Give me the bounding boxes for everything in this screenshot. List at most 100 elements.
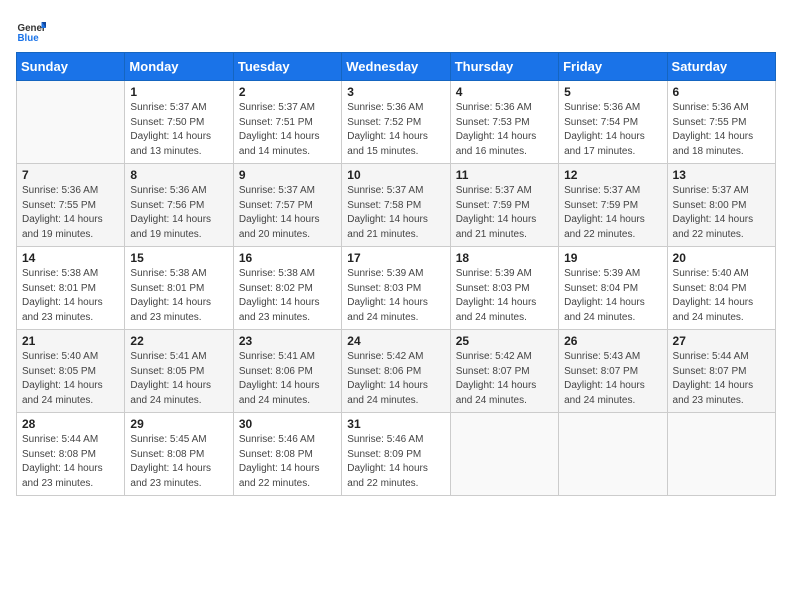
calendar-table: SundayMondayTuesdayWednesdayThursdayFrid… xyxy=(16,52,776,496)
calendar-cell xyxy=(559,413,667,496)
calendar-week-4: 21 Sunrise: 5:40 AMSunset: 8:05 PMDayligh… xyxy=(17,330,776,413)
day-info: Sunrise: 5:39 AMSunset: 8:03 PMDaylight:… xyxy=(347,267,444,325)
day-number: 21 xyxy=(22,334,119,348)
day-info: Sunrise: 5:37 AMSunset: 7:59 PMDaylight:… xyxy=(564,184,661,242)
day-info: Sunrise: 5:43 AMSunset: 8:07 PMDaylight:… xyxy=(564,350,661,408)
day-info: Sunrise: 5:44 AMSunset: 8:08 PMDaylight:… xyxy=(22,433,119,491)
day-number: 7 xyxy=(22,168,119,182)
day-number: 18 xyxy=(456,251,553,265)
dow-thursday: Thursday xyxy=(450,53,558,81)
dow-friday: Friday xyxy=(559,53,667,81)
day-info: Sunrise: 5:36 AMSunset: 7:54 PMDaylight:… xyxy=(564,101,661,159)
dow-wednesday: Wednesday xyxy=(342,53,450,81)
calendar-cell: 11 Sunrise: 5:37 AMSunset: 7:59 PMDayligh… xyxy=(450,164,558,247)
calendar-cell: 5 Sunrise: 5:36 AMSunset: 7:54 PMDaylight… xyxy=(559,81,667,164)
day-info: Sunrise: 5:42 AMSunset: 8:07 PMDaylight:… xyxy=(456,350,553,408)
calendar-cell: 2 Sunrise: 5:37 AMSunset: 7:51 PMDaylight… xyxy=(233,81,341,164)
day-info: Sunrise: 5:42 AMSunset: 8:06 PMDaylight:… xyxy=(347,350,444,408)
day-number: 4 xyxy=(456,85,553,99)
day-info: Sunrise: 5:36 AMSunset: 7:52 PMDaylight:… xyxy=(347,101,444,159)
day-number: 9 xyxy=(239,168,336,182)
calendar-cell: 1Sunrise: 5:37 AMSunset: 7:50 PMDaylight… xyxy=(125,81,233,164)
day-info: Sunrise: 5:44 AMSunset: 8:07 PMDaylight:… xyxy=(673,350,770,408)
calendar-cell: 19Sunrise: 5:39 AMSunset: 8:04 PMDayligh… xyxy=(559,247,667,330)
day-number: 5 xyxy=(564,85,661,99)
day-number: 11 xyxy=(456,168,553,182)
day-number: 17 xyxy=(347,251,444,265)
day-info: Sunrise: 5:38 AMSunset: 8:01 PMDaylight:… xyxy=(22,267,119,325)
calendar-cell: 18 Sunrise: 5:39 AMSunset: 8:03 PMDayligh… xyxy=(450,247,558,330)
day-info: Sunrise: 5:39 AMSunset: 8:04 PMDaylight:… xyxy=(564,267,661,325)
day-number: 30 xyxy=(239,417,336,431)
day-number: 13 xyxy=(673,168,770,182)
day-info: Sunrise: 5:36 AMSunset: 7:55 PMDaylight:… xyxy=(673,101,770,159)
calendar-cell: 24 Sunrise: 5:42 AMSunset: 8:06 PMDayligh… xyxy=(342,330,450,413)
day-info: Sunrise: 5:37 AMSunset: 7:58 PMDaylight:… xyxy=(347,184,444,242)
day-info: Sunrise: 5:37 AMSunset: 7:50 PMDaylight:… xyxy=(130,101,227,159)
day-number: 24 xyxy=(347,334,444,348)
day-number: 2 xyxy=(239,85,336,99)
day-info: Sunrise: 5:40 AMSunset: 8:04 PMDaylight:… xyxy=(673,267,770,325)
dow-tuesday: Tuesday xyxy=(233,53,341,81)
calendar-cell: 15 Sunrise: 5:38 AMSunset: 8:01 PMDayligh… xyxy=(125,247,233,330)
calendar-cell: 9 Sunrise: 5:37 AMSunset: 7:57 PMDaylight… xyxy=(233,164,341,247)
day-info: Sunrise: 5:38 AMSunset: 8:01 PMDaylight:… xyxy=(130,267,227,325)
day-info: Sunrise: 5:39 AMSunset: 8:03 PMDaylight:… xyxy=(456,267,553,325)
day-number: 28 xyxy=(22,417,119,431)
calendar-cell xyxy=(17,81,125,164)
day-info: Sunrise: 5:37 AMSunset: 7:51 PMDaylight:… xyxy=(239,101,336,159)
day-number: 27 xyxy=(673,334,770,348)
calendar-cell xyxy=(667,413,775,496)
calendar-week-2: 7 Sunrise: 5:36 AMSunset: 7:55 PMDaylight… xyxy=(17,164,776,247)
calendar-cell: 14 Sunrise: 5:38 AMSunset: 8:01 PMDayligh… xyxy=(17,247,125,330)
calendar-week-3: 14 Sunrise: 5:38 AMSunset: 8:01 PMDayligh… xyxy=(17,247,776,330)
day-number: 8 xyxy=(130,168,227,182)
calendar-cell: 16 Sunrise: 5:38 AMSunset: 8:02 PMDayligh… xyxy=(233,247,341,330)
day-number: 14 xyxy=(22,251,119,265)
day-info: Sunrise: 5:40 AMSunset: 8:05 PMDaylight:… xyxy=(22,350,119,408)
calendar-cell: 28 Sunrise: 5:44 AMSunset: 8:08 PMDayligh… xyxy=(17,413,125,496)
day-info: Sunrise: 5:36 AMSunset: 7:55 PMDaylight:… xyxy=(22,184,119,242)
logo: General Blue xyxy=(16,16,46,46)
calendar-cell: 23Sunrise: 5:41 AMSunset: 8:06 PMDayligh… xyxy=(233,330,341,413)
dow-sunday: Sunday xyxy=(17,53,125,81)
calendar-cell: 12Sunrise: 5:37 AMSunset: 7:59 PMDayligh… xyxy=(559,164,667,247)
day-info: Sunrise: 5:38 AMSunset: 8:02 PMDaylight:… xyxy=(239,267,336,325)
calendar-cell: 6Sunrise: 5:36 AMSunset: 7:55 PMDaylight… xyxy=(667,81,775,164)
day-info: Sunrise: 5:36 AMSunset: 7:56 PMDaylight:… xyxy=(130,184,227,242)
day-info: Sunrise: 5:45 AMSunset: 8:08 PMDaylight:… xyxy=(130,433,227,491)
page-header: General Blue xyxy=(16,16,776,46)
calendar-cell: 4 Sunrise: 5:36 AMSunset: 7:53 PMDaylight… xyxy=(450,81,558,164)
calendar-cell: 27 Sunrise: 5:44 AMSunset: 8:07 PMDayligh… xyxy=(667,330,775,413)
dow-saturday: Saturday xyxy=(667,53,775,81)
day-number: 3 xyxy=(347,85,444,99)
calendar-cell: 7 Sunrise: 5:36 AMSunset: 7:55 PMDaylight… xyxy=(17,164,125,247)
calendar-cell: 10 Sunrise: 5:37 AMSunset: 7:58 PMDayligh… xyxy=(342,164,450,247)
calendar-cell: 3 Sunrise: 5:36 AMSunset: 7:52 PMDaylight… xyxy=(342,81,450,164)
logo-icon: General Blue xyxy=(16,16,46,46)
calendar-week-1: 1Sunrise: 5:37 AMSunset: 7:50 PMDaylight… xyxy=(17,81,776,164)
calendar-cell: 13Sunrise: 5:37 AMSunset: 8:00 PMDayligh… xyxy=(667,164,775,247)
dow-monday: Monday xyxy=(125,53,233,81)
calendar-cell: 25 Sunrise: 5:42 AMSunset: 8:07 PMDayligh… xyxy=(450,330,558,413)
day-number: 15 xyxy=(130,251,227,265)
day-number: 25 xyxy=(456,334,553,348)
day-info: Sunrise: 5:46 AMSunset: 8:08 PMDaylight:… xyxy=(239,433,336,491)
day-number: 16 xyxy=(239,251,336,265)
day-info: Sunrise: 5:36 AMSunset: 7:53 PMDaylight:… xyxy=(456,101,553,159)
calendar-week-5: 28 Sunrise: 5:44 AMSunset: 8:08 PMDayligh… xyxy=(17,413,776,496)
calendar-cell: 8 Sunrise: 5:36 AMSunset: 7:56 PMDaylight… xyxy=(125,164,233,247)
day-info: Sunrise: 5:41 AMSunset: 8:06 PMDaylight:… xyxy=(239,350,336,408)
day-number: 20 xyxy=(673,251,770,265)
calendar-cell: 20 Sunrise: 5:40 AMSunset: 8:04 PMDayligh… xyxy=(667,247,775,330)
day-number: 10 xyxy=(347,168,444,182)
calendar-cell xyxy=(450,413,558,496)
day-info: Sunrise: 5:41 AMSunset: 8:05 PMDaylight:… xyxy=(130,350,227,408)
calendar-cell: 26Sunrise: 5:43 AMSunset: 8:07 PMDayligh… xyxy=(559,330,667,413)
calendar-cell: 31Sunrise: 5:46 AMSunset: 8:09 PMDayligh… xyxy=(342,413,450,496)
svg-text:Blue: Blue xyxy=(18,33,40,44)
day-info: Sunrise: 5:37 AMSunset: 7:57 PMDaylight:… xyxy=(239,184,336,242)
day-info: Sunrise: 5:37 AMSunset: 7:59 PMDaylight:… xyxy=(456,184,553,242)
day-number: 29 xyxy=(130,417,227,431)
day-number: 31 xyxy=(347,417,444,431)
